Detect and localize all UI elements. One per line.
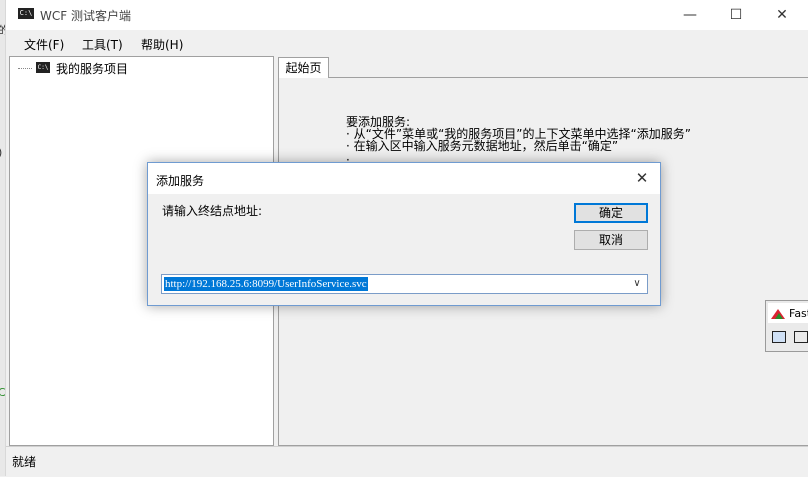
menu-bar: 文件(F) 工具(T) 帮助(H) [6, 31, 808, 55]
maximize-button[interactable]: ☐ [713, 0, 759, 30]
title-bar[interactable]: C:\ WCF 测试客户端 — ☐ ✕ [6, 0, 808, 30]
window-icon[interactable] [772, 331, 786, 343]
chevron-down-icon[interactable]: ∨ [630, 277, 644, 291]
dialog-close-button[interactable]: ✕ [630, 167, 654, 189]
other-app-title-bar[interactable]: Fast [768, 303, 808, 323]
background-text-fragment: ) [0, 146, 2, 159]
tree-connector [18, 68, 32, 69]
window-title: WCF 测试客户端 [40, 9, 131, 23]
restore-icon[interactable] [794, 331, 808, 343]
cancel-button[interactable]: 取消 [574, 230, 648, 250]
add-service-dialog: 添加服务 ✕ 请输入终结点地址: 确定 取消 http://192.168.25… [147, 162, 661, 306]
instruction-line: · 在输入区中输入服务元数据地址，然后单击“确定” [346, 139, 619, 153]
ok-button[interactable]: 确定 [574, 203, 648, 223]
menu-help[interactable]: 帮助(H) [141, 36, 183, 53]
minimize-button[interactable]: — [667, 0, 713, 30]
app-icon: C:\ [18, 8, 34, 19]
app-logo-icon [775, 313, 783, 319]
dialog-title-bar[interactable]: 添加服务 ✕ [148, 163, 660, 194]
menu-file[interactable]: 文件(F) [24, 36, 64, 53]
menu-tools[interactable]: 工具(T) [82, 36, 123, 53]
status-text: 就绪 [12, 455, 37, 469]
tab-start-page[interactable]: 起始页 [278, 57, 329, 78]
other-app-window[interactable]: Fast [765, 300, 808, 352]
endpoint-prompt-label: 请输入终结点地址: [162, 204, 263, 218]
close-button[interactable]: ✕ [759, 0, 805, 30]
endpoint-address-value[interactable]: http://192.168.25.6:8099/UserInfoService… [164, 277, 368, 291]
status-bar: 就绪 [6, 446, 808, 477]
tree-node-label: 我的服务项目 [56, 62, 129, 76]
endpoint-address-combobox[interactable]: http://192.168.25.6:8099/UserInfoService… [161, 274, 648, 294]
other-app-name: Fast [789, 307, 808, 320]
console-icon: C:\ [36, 62, 50, 73]
dialog-title: 添加服务 [156, 174, 205, 188]
